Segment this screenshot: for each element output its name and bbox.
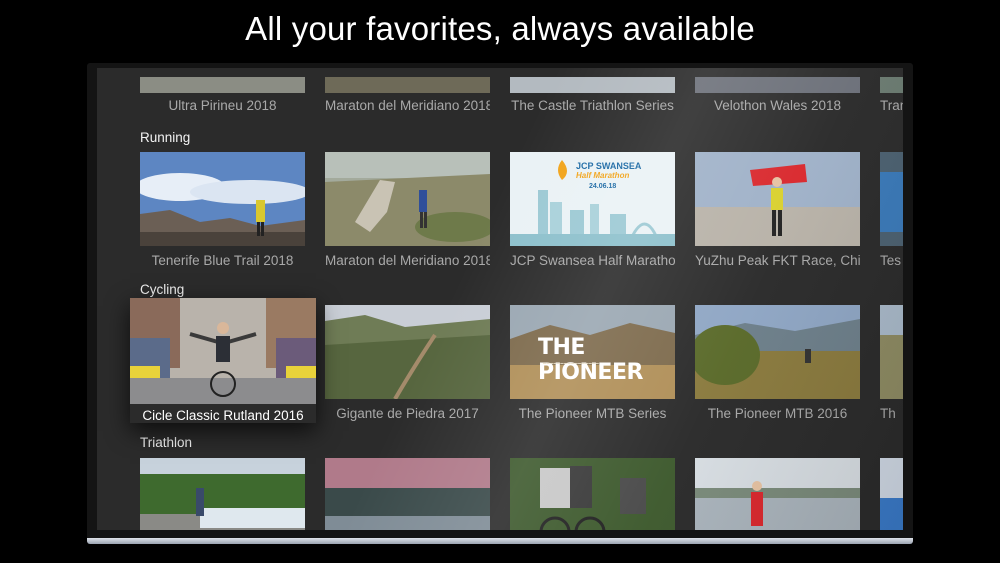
thumbnail xyxy=(695,152,860,246)
tile-tenerife-blue-trail[interactable]: Tenerife Blue Trail 2018 xyxy=(140,152,305,268)
tile-caption: The Pioneer MTB 2016 xyxy=(707,406,848,421)
tile-caption: Cicle Classic Rutland 2016 xyxy=(142,408,304,423)
tile-pioneer-mtb-2016[interactable]: The Pioneer MTB 2016 xyxy=(695,305,860,421)
tile-caption: Maraton del Meridiano 2018 xyxy=(325,98,490,113)
tile-caption: Gigante de Piedra 2017 xyxy=(336,406,479,421)
thumbnail xyxy=(695,77,860,93)
tile-triathlon-4[interactable] xyxy=(695,458,860,530)
thumbnail: THE PIONEER ━━━━━━━━━━━━━━━━ xyxy=(510,305,675,399)
tile-caption: Tenerife Blue Trail 2018 xyxy=(151,253,294,268)
thumbnail xyxy=(880,305,903,399)
thumbnail xyxy=(140,152,305,246)
tile-velothon-wales[interactable]: Velothon Wales 2018 xyxy=(695,77,860,113)
tile-tes-partial[interactable]: Tes xyxy=(880,152,903,268)
tile-maraton-meridiano[interactable]: Maraton del Meridiano 2018 xyxy=(325,152,490,268)
tile-caption: Maraton del Meridiano 2018 xyxy=(325,253,490,268)
thumbnail: JCP SWANSEA Half Marathon 24.06.18 xyxy=(510,152,675,246)
tile-triathlon-1[interactable] xyxy=(140,458,305,530)
thumbnail xyxy=(325,305,490,399)
tile-triathlon-3[interactable] xyxy=(510,458,675,530)
tile-jcp-swansea[interactable]: JCP SWANSEA Half Marathon 24.06.18 JCP S… xyxy=(510,152,675,268)
thumbnail xyxy=(695,305,860,399)
row-title-cycling: Cycling xyxy=(140,282,185,297)
tv-screen: Ultra Pirineu 2018 Maraton del Meridiano… xyxy=(97,68,903,530)
pioneer-logo-underline: ━━━━━━━━━━━━━━━━ xyxy=(543,361,600,367)
swansea-subtitle: Half Marathon xyxy=(576,171,630,180)
tile-triathlon-5-partial[interactable] xyxy=(880,458,903,530)
tv-stand-edge xyxy=(87,538,913,544)
tile-cicle-classic-rutland[interactable]: Cicle Classic Rutland 2016 xyxy=(130,298,316,423)
tile-caption: The Castle Triathlon Series xyxy=(511,98,674,113)
thumbnail xyxy=(880,77,903,93)
tile-th-partial[interactable]: Th xyxy=(880,305,903,421)
thumbnail xyxy=(325,458,490,530)
pioneer-logo: THE PIONEER xyxy=(538,335,643,385)
thumbnail xyxy=(880,152,903,246)
tile-caption: Velothon Wales 2018 xyxy=(713,98,842,113)
tile-caption: Tran xyxy=(880,98,903,113)
tile-tran-partial[interactable]: Tran xyxy=(880,77,903,113)
tile-yuzhu-peak[interactable]: YuZhu Peak FKT Race, China xyxy=(695,152,860,268)
tile-caption: The Pioneer MTB Series xyxy=(518,406,667,421)
tile-caption: Th xyxy=(880,406,896,421)
tile-caption: Tes xyxy=(880,253,902,268)
tile-caption: JCP Swansea Half Marathon xyxy=(510,253,675,268)
swansea-date: 24.06.18 xyxy=(589,183,617,190)
page-headline: All your favorites, always available xyxy=(245,10,755,47)
tile-maraton-meridiano-top[interactable]: Maraton del Meridiano 2018 xyxy=(325,77,490,113)
tile-triathlon-2[interactable] xyxy=(325,458,490,530)
tile-gigante-de-piedra[interactable]: Gigante de Piedra 2017 xyxy=(325,305,490,421)
thumbnail xyxy=(130,298,316,404)
thumbnail xyxy=(140,458,305,530)
thumbnail xyxy=(510,77,675,93)
swansea-brand: JCP SWANSEA xyxy=(576,161,642,171)
tile-pioneer-mtb-series[interactable]: THE PIONEER ━━━━━━━━━━━━━━━━ The Pioneer… xyxy=(510,305,675,421)
tile-caption: YuZhu Peak FKT Race, China xyxy=(695,253,860,268)
thumbnail xyxy=(510,458,675,530)
thumbnail xyxy=(880,458,903,530)
thumbnail xyxy=(325,77,490,93)
row-title-running: Running xyxy=(140,130,191,145)
row-title-triathlon: Triathlon xyxy=(140,435,193,450)
tile-caption: Ultra Pirineu 2018 xyxy=(168,98,277,113)
tile-ultra-pirineu[interactable]: Ultra Pirineu 2018 xyxy=(140,77,305,113)
tile-castle-triathlon[interactable]: The Castle Triathlon Series xyxy=(510,77,675,113)
thumbnail xyxy=(695,458,860,530)
thumbnail xyxy=(325,152,490,246)
thumbnail xyxy=(140,77,305,93)
